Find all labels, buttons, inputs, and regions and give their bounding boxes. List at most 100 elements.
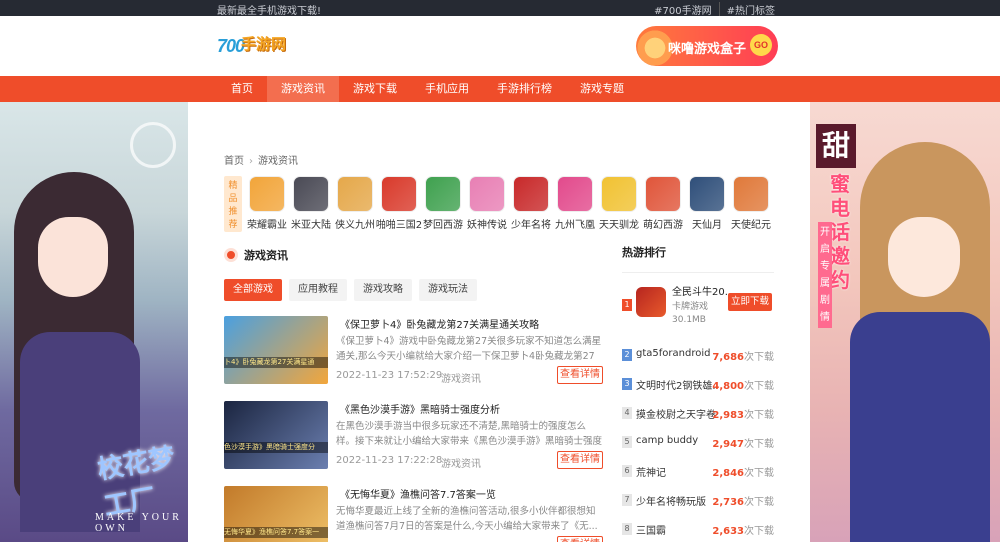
article-thumbnail[interactable]: 卜4》卧兔藏龙第27关满星通 (224, 316, 328, 384)
article-category[interactable]: 游戏资讯 (441, 455, 481, 470)
ranking-item[interactable]: 8 三国霸 2,633次下载 (622, 515, 774, 542)
ranking-item[interactable]: 7 少年名将畅玩版 2,736次下载 (622, 486, 774, 515)
nav-item[interactable]: 手游排行榜 (483, 76, 566, 102)
ranking-game-name[interactable]: 摸金校尉之天字卷 (636, 406, 716, 421)
game-icon[interactable] (601, 176, 637, 212)
game-name[interactable]: 侠义九州 (330, 216, 380, 231)
featured-game[interactable]: 梦回西游 (423, 176, 463, 231)
right-skin-ad[interactable]: 甜 蜜电话邀约 开启专属剧情 (810, 102, 1000, 542)
download-button[interactable]: 立即下载 (728, 293, 772, 311)
ranking-top-category: 卡牌游戏 (672, 302, 709, 312)
nav-item[interactable]: 游戏专题 (566, 76, 638, 102)
featured-tag: 精品推荐 (224, 176, 242, 232)
article-title[interactable]: 《黑色沙漠手游》黑暗骑士强度分析 (340, 401, 500, 416)
game-icon[interactable] (293, 176, 329, 212)
top-link-tags[interactable]: #热门标签 (718, 2, 782, 17)
game-name[interactable]: 梦回西游 (418, 216, 468, 231)
game-name[interactable]: 啪啪三国2 (374, 216, 424, 231)
nav-item[interactable]: 首页 (217, 76, 267, 102)
ranking-game-name[interactable]: camp buddy (636, 435, 716, 446)
tab[interactable]: 全部游戏 (224, 279, 282, 301)
article-thumbnail[interactable]: 无悔华夏》渔樵问答7.7答案一 (224, 486, 328, 542)
game-box-banner[interactable]: 咪噜游戏盒子 GO (636, 26, 778, 66)
banner-text: 咪噜游戏盒子 (668, 42, 747, 57)
featured-game[interactable]: 天仙月 (688, 176, 726, 231)
tab[interactable]: 游戏攻略 (354, 279, 412, 301)
breadcrumb-separator: › (249, 156, 253, 167)
game-name[interactable]: 天仙月 (682, 216, 732, 231)
game-name[interactable]: 米亚大陆 (286, 216, 336, 231)
right-skin-title: 蜜电话邀约 (830, 172, 850, 292)
ranking-game-name[interactable]: 文明时代2钢铁雄... (636, 377, 716, 392)
featured-game[interactable]: 九州飞凰 (555, 176, 595, 231)
left-skin-ad[interactable]: 校花梦工厂 MAKE YOUR OWN (0, 102, 188, 542)
featured-game[interactable]: 妖神传说 (467, 176, 507, 231)
ranking-top-name[interactable]: 全民斗牛20... (672, 283, 734, 298)
article-category[interactable]: 游戏资讯 (441, 370, 481, 385)
ranking-item[interactable]: 5 camp buddy 2,947次下载 (622, 428, 774, 457)
ranking-item[interactable]: 2 gta5forandroid 7,686次下载 (622, 341, 774, 370)
game-icon[interactable] (249, 176, 285, 212)
article-title[interactable]: 《保卫萝卜4》卧兔藏龙第27关满星通关攻略 (340, 316, 539, 331)
nav-item[interactable]: 游戏资讯 (267, 76, 339, 102)
nav-item[interactable]: 游戏下载 (339, 76, 411, 102)
left-skin-caption: MAKE YOUR OWN (95, 512, 182, 534)
site-logo[interactable]: 700 手游网 (217, 28, 297, 62)
game-name[interactable]: 萌幻西游 (638, 216, 688, 231)
ranking-game-name[interactable]: gta5forandroid (636, 348, 716, 359)
download-count: 2,947次下载 (712, 439, 774, 450)
game-icon[interactable] (425, 176, 461, 212)
view-details-button[interactable]: 查看详情 (557, 451, 603, 469)
featured-game[interactable]: 荣耀霸业 (247, 176, 287, 231)
tab[interactable]: 应用教程 (289, 279, 347, 301)
view-details-button[interactable]: 查看详情 (557, 366, 603, 384)
featured-game[interactable]: 侠义九州 (335, 176, 375, 231)
ranking-game-name[interactable]: 荒神记 (636, 464, 716, 479)
featured-game[interactable]: 米亚大陆 (291, 176, 331, 231)
featured-game[interactable]: 天天驯龙 (599, 176, 639, 231)
ranking-item[interactable]: 3 文明时代2钢铁雄... 4,800次下载 (622, 370, 774, 399)
ranking-item[interactable]: 6 荒神记 2,846次下载 (622, 457, 774, 486)
game-icon[interactable] (689, 176, 725, 212)
featured-game[interactable]: 少年名将 (511, 176, 551, 231)
article-title[interactable]: 《无悔华夏》渔樵问答7.7答案一览 (340, 486, 496, 501)
view-details-button[interactable]: 查看详情 (557, 536, 603, 542)
main-content: 首页 › 游戏资讯 精品推荐 荣耀霸业 米亚大陆 侠义九州 啪啪三国2 梦回西游 妖神传说 少年… (188, 102, 810, 542)
ranking-top-size: 30.1MB (672, 315, 706, 325)
main-nav: 首页 游戏资讯 游戏下载 手机应用 手游排行榜 游戏专题 (0, 76, 1000, 102)
banner-go-button[interactable]: GO (750, 34, 772, 56)
top-link-site[interactable]: #700手游网 (647, 2, 718, 17)
ranking-game-name[interactable]: 少年名将畅玩版 (636, 493, 716, 508)
game-name[interactable]: 天使纪元 (726, 216, 776, 231)
ranking-item[interactable]: 4 摸金校尉之天字卷 2,983次下载 (622, 399, 774, 428)
game-name[interactable]: 天天驯龙 (594, 216, 644, 231)
character-body (850, 312, 990, 542)
section-header: 游戏资讯 (224, 247, 288, 263)
game-icon[interactable] (469, 176, 505, 212)
breadcrumb-home[interactable]: 首页 (224, 156, 244, 167)
ranking-top-item[interactable]: 1 全民斗牛20... 卡牌游戏 30.1MB 立即下载 (622, 283, 774, 341)
download-count: 2,633次下载 (712, 526, 774, 537)
thumbnail-caption: 卜4》卧兔藏龙第27关满星通 (224, 357, 328, 368)
news-icon (224, 248, 238, 262)
game-name[interactable]: 九州飞凰 (550, 216, 600, 231)
featured-game[interactable]: 天使纪元 (731, 176, 771, 231)
game-icon[interactable] (381, 176, 417, 212)
article-thumbnail[interactable]: 色沙漠手游》黑暗骑士强度分 (224, 401, 328, 469)
featured-game[interactable]: 萌幻西游 (643, 176, 683, 231)
ranking-game-name[interactable]: 三国霸 (636, 522, 716, 537)
game-name[interactable]: 妖神传说 (462, 216, 512, 231)
game-icon[interactable] (513, 176, 549, 212)
left-skin-title: 校花梦工厂 (95, 442, 178, 523)
game-icon[interactable] (645, 176, 681, 212)
game-icon[interactable] (557, 176, 593, 212)
tab[interactable]: 游戏玩法 (419, 279, 477, 301)
game-icon[interactable] (636, 287, 666, 317)
game-icon[interactable] (337, 176, 373, 212)
game-icon[interactable] (733, 176, 769, 212)
featured-game[interactable]: 啪啪三国2 (376, 176, 422, 231)
game-name[interactable]: 少年名将 (506, 216, 556, 231)
nav-item[interactable]: 手机应用 (411, 76, 483, 102)
game-name[interactable]: 荣耀霸业 (242, 216, 292, 231)
logo-text: 手游网 (241, 35, 287, 53)
